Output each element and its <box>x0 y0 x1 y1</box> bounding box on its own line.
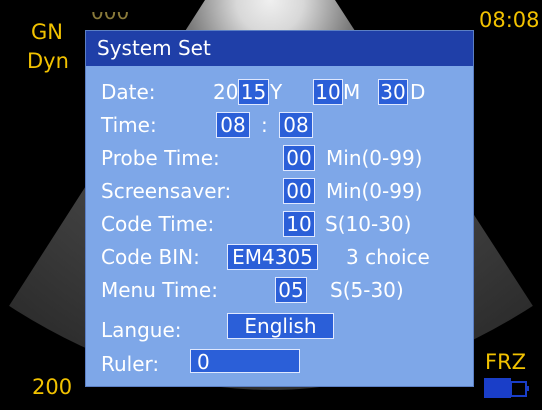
code-time-range: S(10-30) <box>325 212 412 236</box>
dialog-title: System Set <box>97 36 211 60</box>
date-row: Date: 20 15 Y 10 M 30 D <box>86 79 473 109</box>
time-separator: : <box>261 113 268 137</box>
time-row: Time: 08 : 08 <box>86 112 473 142</box>
ruler-field[interactable]: 0 <box>190 349 300 374</box>
freeze-label: FRZ <box>485 350 527 374</box>
code-time-row: Code Time: 10 S(10-30) <box>86 211 473 241</box>
screensaver-range: Min(0-99) <box>326 179 423 203</box>
menu-time-label: Menu Time: <box>101 278 218 302</box>
date-day-unit: D <box>410 80 426 104</box>
ruler-row: Ruler: 0 <box>86 349 473 379</box>
menu-time-field[interactable]: 05 <box>275 277 307 303</box>
code-bin-label: Code BIN: <box>101 245 200 269</box>
gain-label: GN <box>31 20 63 44</box>
date-day-field[interactable]: 30 <box>378 79 408 105</box>
code-bin-row: Code BIN: EM4305 3 choice <box>86 244 473 274</box>
screensaver-label: Screensaver: <box>101 179 232 203</box>
date-year-field[interactable]: 15 <box>238 79 269 105</box>
code-bin-choice: 3 choice <box>346 245 430 269</box>
probe-time-range: Min(0-99) <box>326 146 423 170</box>
screensaver-row: Screensaver: 00 Min(0-99) <box>86 178 473 208</box>
langue-row: Langue: English <box>86 313 473 343</box>
code-bin-field[interactable]: EM4305 <box>227 244 318 270</box>
date-century: 20 <box>213 80 239 104</box>
dynamic-range-label: Dyn <box>27 49 69 73</box>
date-month-field[interactable]: 10 <box>313 79 343 105</box>
time-label: Time: <box>101 113 157 137</box>
code-time-field[interactable]: 10 <box>283 211 315 237</box>
probe-time-label: Probe Time: <box>101 146 220 170</box>
clock: 08:08 <box>479 8 540 32</box>
date-year-unit: Y <box>270 80 283 104</box>
langue-select[interactable]: English <box>227 313 334 339</box>
code-time-label: Code Time: <box>101 212 215 236</box>
date-label: Date: <box>101 80 156 104</box>
probe-time-row: Probe Time: 00 Min(0-99) <box>86 145 473 175</box>
ruler-label: Ruler: <box>101 352 160 376</box>
screensaver-field[interactable]: 00 <box>283 178 315 204</box>
date-month-unit: M <box>343 80 361 104</box>
battery-icon <box>484 378 529 398</box>
menu-time-range: S(5-30) <box>330 278 404 302</box>
time-minute-field[interactable]: 08 <box>279 112 313 138</box>
menu-time-row: Menu Time: 05 S(5-30) <box>86 277 473 307</box>
probe-time-field[interactable]: 00 <box>283 145 315 171</box>
time-hour-field[interactable]: 08 <box>216 112 250 138</box>
langue-label: Langue: <box>101 318 182 342</box>
system-set-dialog: System Set Date: 20 15 Y 10 M 30 D Time:… <box>86 31 473 386</box>
dialog-title-bar: System Set <box>86 31 473 66</box>
depth-bottom-label: 200 <box>32 375 73 399</box>
